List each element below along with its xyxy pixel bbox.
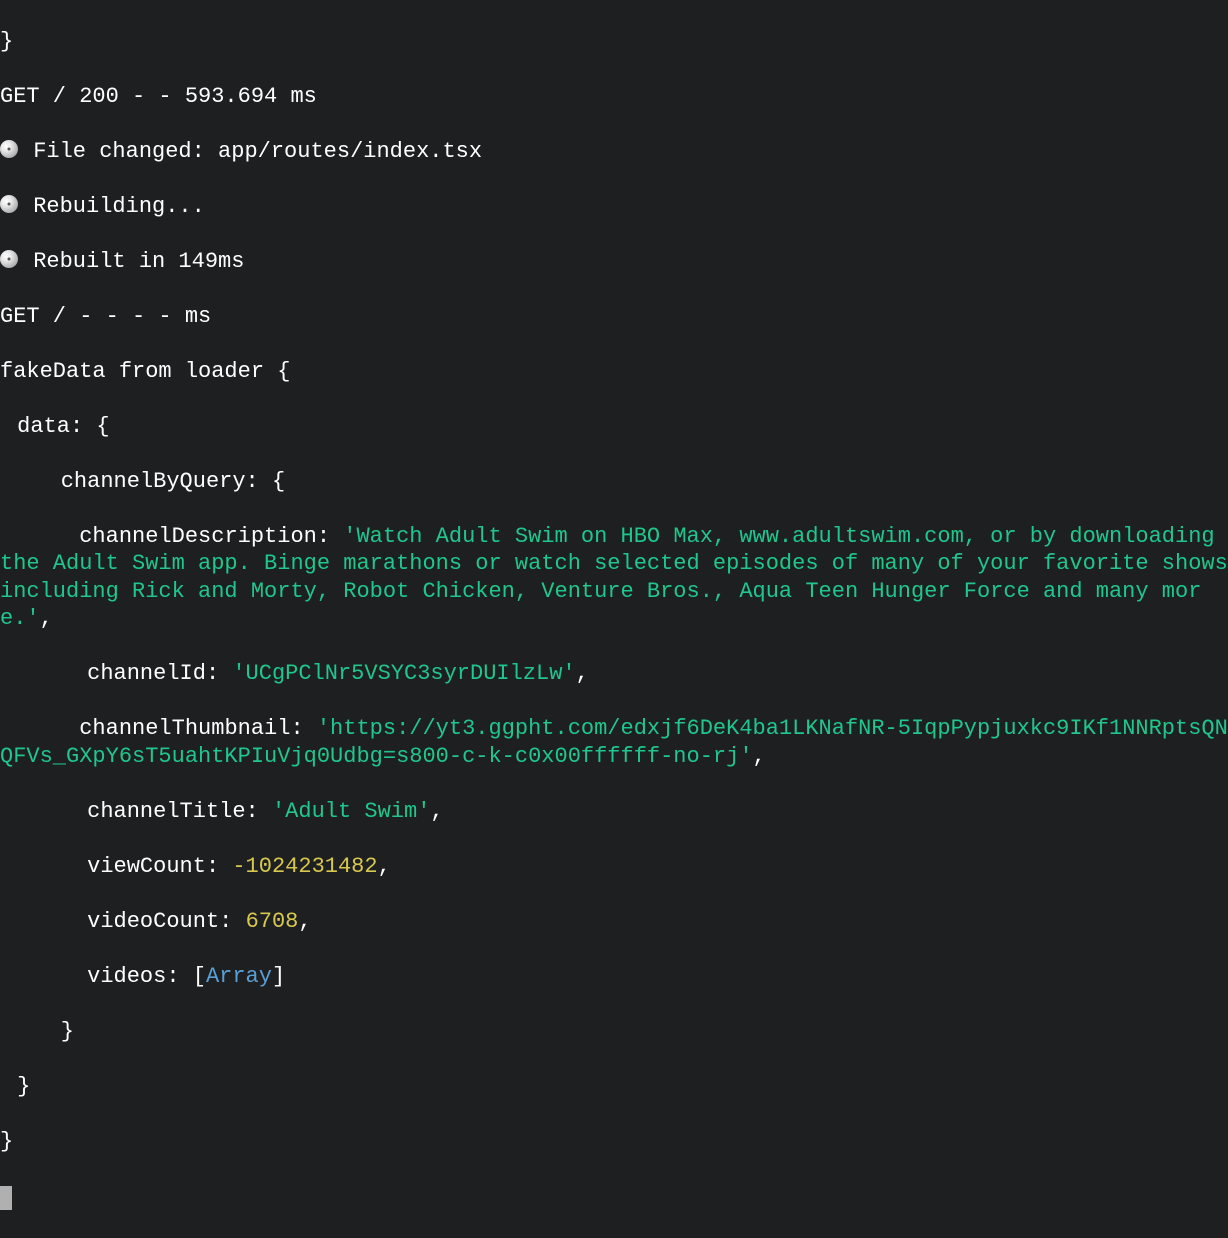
channel-id-line: channelId: 'UCgPClNr5VSYC3syrDUIlzLw', xyxy=(0,660,1228,688)
comma: , xyxy=(753,744,766,769)
rebuilding-text: Rebuilding... xyxy=(20,194,205,219)
brace-close: } xyxy=(0,1018,1228,1046)
bracket-open: [ xyxy=(193,964,206,989)
fakedata-header: fakeData from loader { xyxy=(0,358,1228,386)
file-changed-label: File changed: xyxy=(20,139,218,164)
channel-thumbnail-line: channelThumbnail: 'https://yt3.ggpht.com… xyxy=(0,715,1228,770)
view-count-line: viewCount: -1024231482, xyxy=(0,853,1228,881)
terminal-cursor xyxy=(0,1186,12,1210)
video-count-value: 6708 xyxy=(246,909,299,934)
bracket-close: ] xyxy=(272,964,285,989)
rebuilding-line: Rebuilding... xyxy=(0,193,1228,221)
view-count-value: -1024231482 xyxy=(232,854,377,879)
video-count-key: videoCount: xyxy=(87,909,245,934)
channel-id-key: channelId: xyxy=(87,661,232,686)
videos-line: videos: [Array] xyxy=(0,963,1228,991)
data-key: data: { xyxy=(0,413,1228,441)
videos-key: videos: xyxy=(87,964,193,989)
disc-icon xyxy=(0,140,18,158)
comma: , xyxy=(298,909,311,934)
videos-array-value: Array xyxy=(206,964,272,989)
video-count-line: videoCount: 6708, xyxy=(0,908,1228,936)
brace-close: } xyxy=(0,28,1228,56)
cursor-line xyxy=(0,1183,1228,1211)
terminal-output[interactable]: } GET / 200 - - 593.694 ms File changed:… xyxy=(0,0,1228,1238)
disc-icon xyxy=(0,195,18,213)
comma: , xyxy=(40,606,53,631)
channel-title-value: 'Adult Swim' xyxy=(272,799,430,824)
brace-close: } xyxy=(0,1128,1228,1156)
file-changed-path: app/routes/index.tsx xyxy=(218,139,482,164)
channel-description-line: channelDescription: 'Watch Adult Swim on… xyxy=(0,523,1228,633)
comma: , xyxy=(576,661,589,686)
rebuilt-line: Rebuilt in 149ms xyxy=(0,248,1228,276)
file-changed-line: File changed: app/routes/index.tsx xyxy=(0,138,1228,166)
http-log-line: GET / 200 - - 593.694 ms xyxy=(0,83,1228,111)
channel-description-key: channelDescription: xyxy=(0,524,343,549)
comma: , xyxy=(378,854,391,879)
rebuilt-text: Rebuilt in 149ms xyxy=(20,249,244,274)
channel-by-query-key: channelByQuery: { xyxy=(0,468,1228,496)
view-count-key: viewCount: xyxy=(87,854,232,879)
channel-title-key: channelTitle: xyxy=(87,799,272,824)
comma: , xyxy=(430,799,443,824)
brace-close: } xyxy=(0,1073,1228,1101)
http-log-line: GET / - - - - ms xyxy=(0,303,1228,331)
disc-icon xyxy=(0,250,18,268)
channel-title-line: channelTitle: 'Adult Swim', xyxy=(0,798,1228,826)
channel-thumbnail-key: channelThumbnail: xyxy=(0,716,317,741)
channel-id-value: 'UCgPClNr5VSYC3syrDUIlzLw' xyxy=(232,661,575,686)
